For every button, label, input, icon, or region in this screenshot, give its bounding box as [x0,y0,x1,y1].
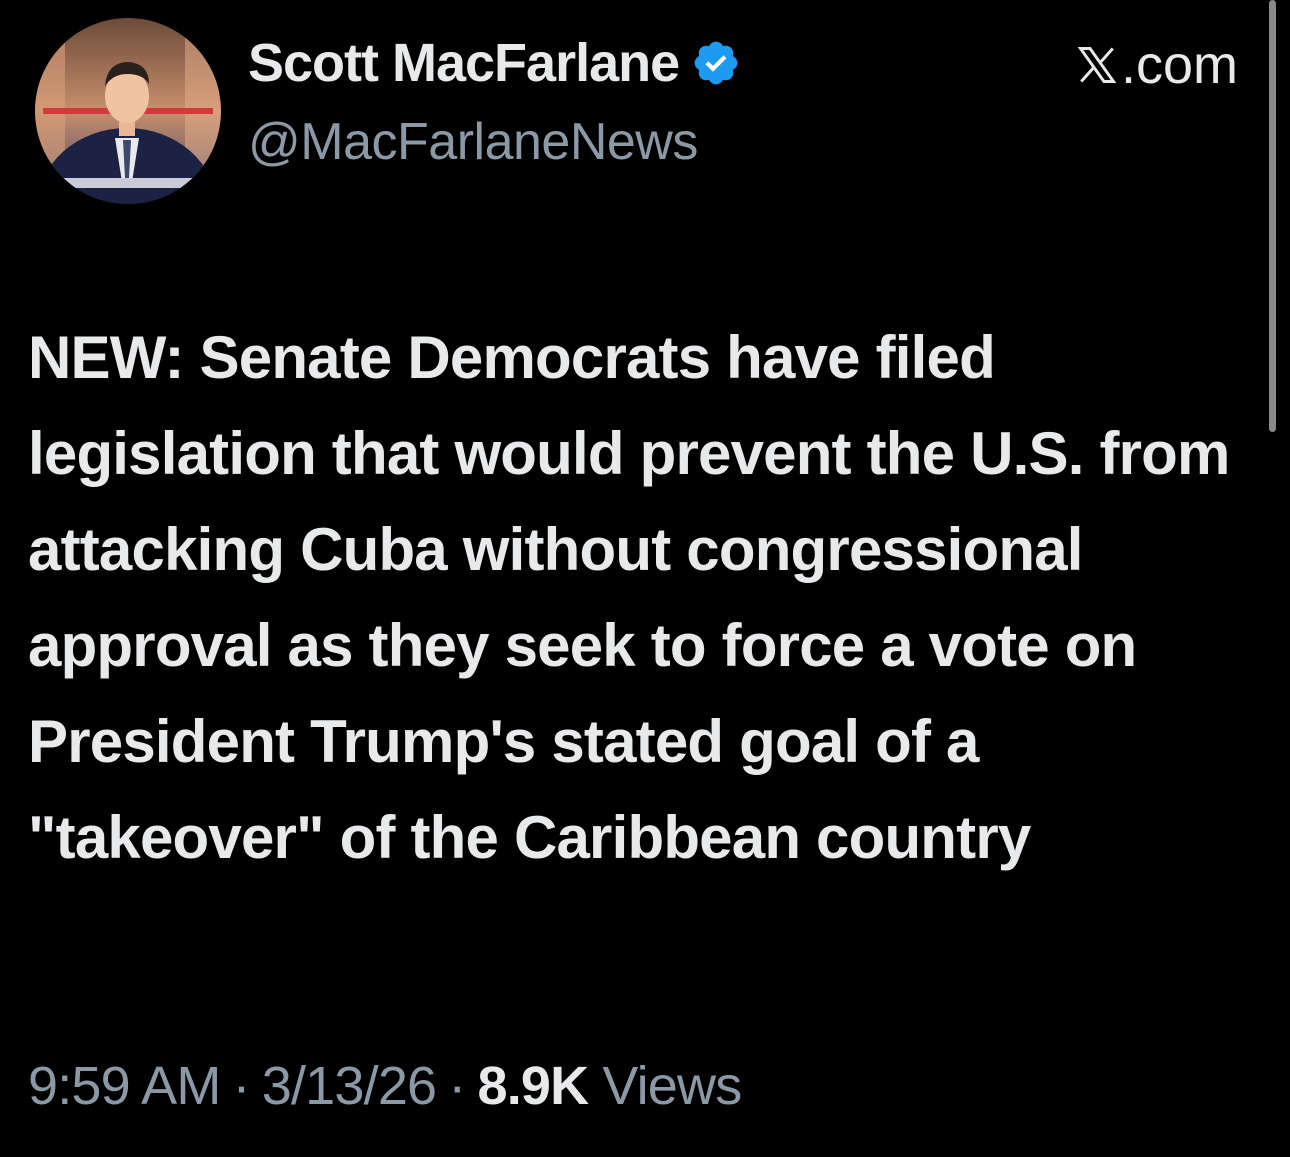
tweet-time[interactable]: 9:59 AM [28,1055,221,1117]
verified-badge-icon [694,41,738,85]
views-count[interactable]: 8.9K [477,1055,589,1117]
author-handle[interactable]: @MacFarlaneNews [248,112,698,172]
scrollbar[interactable] [1269,0,1276,432]
meta-separator: · [232,1056,251,1116]
site-domain: .com [1120,35,1238,95]
author-avatar[interactable] [35,18,221,204]
meta-separator: · [448,1056,466,1116]
tweet-card: Scott MacFarlane @MacFarlaneNews .com NE… [0,0,1290,1157]
x-logo-icon [1077,47,1117,83]
tweet-text: NEW: Senate Democrats have filed legisla… [28,324,1230,871]
author-name[interactable]: Scott MacFarlane [248,32,680,94]
author-name-row: Scott MacFarlane [248,28,741,98]
tweet-date[interactable]: 3/13/26 [262,1055,437,1117]
tweet-meta: 9:59 AM · 3/13/26 · 8.9K Views [28,1055,742,1117]
views-label: Views [602,1056,742,1116]
avatar-photo [35,18,221,204]
site-badge: .com [1075,34,1238,96]
